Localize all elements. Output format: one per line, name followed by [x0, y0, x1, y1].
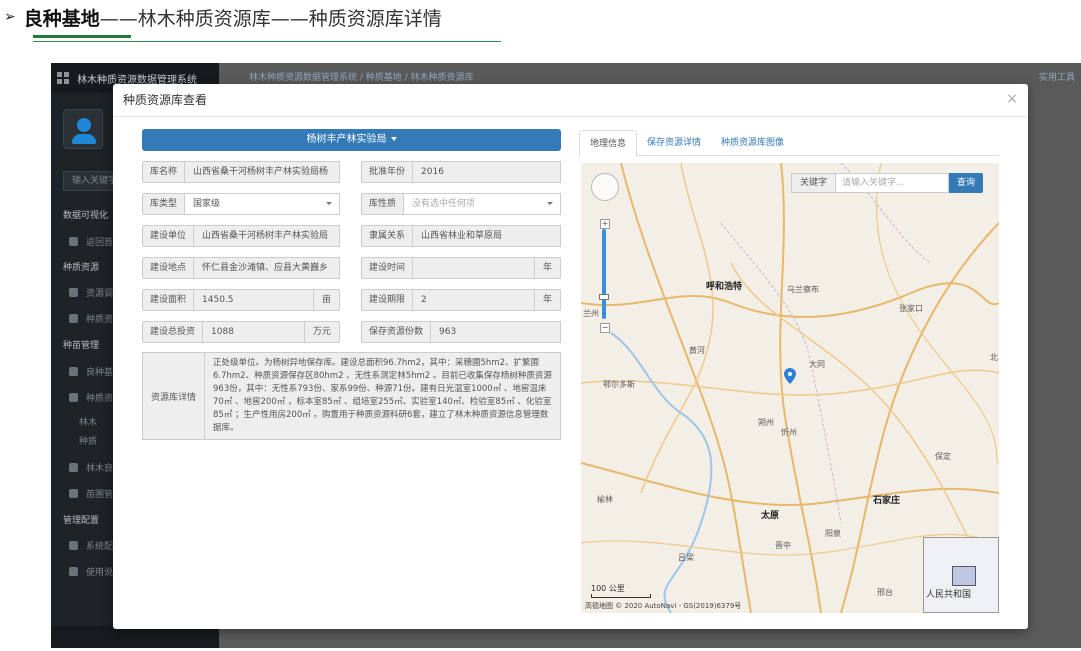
book-icon	[69, 314, 78, 323]
map-copyright: 高德地图 © 2020 AutoNavi - GS(2019)6379号	[585, 602, 742, 610]
tab-geo-info[interactable]: 地理信息	[579, 130, 638, 157]
keyword-input[interactable]: 请输入关键字...	[835, 173, 950, 193]
map-place-label: 吕梁	[678, 553, 694, 562]
field-affiliation: 隶属关系 山西省林业和草原局	[361, 225, 561, 247]
sidebar-item[interactable]: 林木良	[69, 461, 113, 474]
map-scale: 100 公里	[591, 583, 651, 598]
map-place-label: 乌兰察布	[787, 285, 819, 294]
base-select-dropdown[interactable]: 杨树丰产林实验局	[142, 129, 561, 151]
map-overview[interactable]: 人民共和国	[923, 537, 999, 613]
field-build-unit: 建设单位 山西省桑干河杨树丰产林实验局	[142, 225, 340, 247]
field-build-time: 建设时间 年	[361, 257, 561, 279]
map-city-label: 呼和浩特	[706, 282, 743, 292]
map-place-label: 晋中	[775, 541, 791, 550]
slide-title-rest: ——林木种质资源库——种质资源库详情	[99, 7, 442, 30]
modal-header: 种质资源库查看 ×	[113, 84, 1028, 117]
resource-bank-modal: 种质资源库查看 × 杨树丰产林实验局 库名称 山西省桑干河杨树丰产林实验局杨 批…	[113, 84, 1028, 629]
field-build-place: 建设地点 怀仁县金沙滩镇、应县大黄巍乡	[142, 257, 340, 279]
search-button[interactable]: 查询	[949, 173, 984, 193]
sidebar-item[interactable]: 苗圃管	[69, 487, 113, 500]
sidebar-item[interactable]: 使用说	[69, 565, 113, 578]
map-place-label: 邢台	[877, 588, 893, 597]
map-place-label: 阳泉	[825, 529, 841, 538]
modal-title: 种质资源库查看	[123, 93, 208, 107]
sidebar-section: 种质资源	[63, 263, 100, 273]
field-bank-detail: 资源库详情 正处级单位。为杨树异地保存库。建设总面积96.7hm2，其中：采穗圃…	[142, 352, 561, 440]
field-build-term: 建设期限 2 年	[361, 289, 561, 311]
field-resource-count: 保存资源份数 963	[361, 321, 561, 343]
caret-down-icon	[547, 202, 553, 205]
map-place-label: 兰州	[583, 309, 599, 318]
field-bank-name: 库名称 山西省桑干河杨树丰产林实验局杨	[142, 161, 340, 183]
map-city-label: 石家庄	[873, 496, 901, 506]
sidebar-item[interactable]: 返回首	[69, 235, 113, 248]
slide-heading: ➢ 良种基地 ——林木种质资源库——种质资源库详情	[4, 0, 442, 34]
heading-underline-thick	[33, 35, 131, 38]
field-bank-nature: 库性质 没有选中任何项	[361, 193, 561, 215]
map-place-label: 保定	[935, 452, 951, 461]
breadcrumb: 林木种质资源数据管理系统 / 种质基地 / 林木种质资源库	[249, 73, 474, 83]
map-place-label: 北	[990, 353, 998, 362]
map-place-label: 张家口	[899, 304, 923, 313]
tools-menu[interactable]: 实用工具	[1039, 63, 1075, 93]
map-place-label: 大同	[809, 360, 825, 369]
sidebar-item[interactable]: 种质资	[69, 391, 113, 404]
field-approval-year: 批准年份 2016	[361, 161, 561, 183]
field-bank-type: 库类型 国家级	[142, 193, 340, 215]
map-city-label: 太原	[761, 511, 780, 521]
sidebar-section: 管理配置	[63, 516, 100, 526]
slide-title-bold: 良种基地	[23, 7, 100, 30]
sidebar-subitem[interactable]: 林木	[79, 415, 97, 428]
heading-underline-thin	[33, 41, 501, 42]
sidebar-footer	[51, 626, 219, 648]
close-icon[interactable]: ×	[1006, 84, 1018, 114]
map-pan-control-icon[interactable]	[591, 173, 619, 201]
bullet-arrow-icon: ➢	[4, 9, 16, 25]
map-place-label: 榆林	[597, 495, 613, 504]
map-place-label: 朔州	[758, 418, 774, 427]
location-pin-icon[interactable]	[784, 368, 796, 384]
help-icon	[69, 567, 78, 576]
user-icon	[77, 118, 91, 132]
map-view[interactable]: 呼和浩特 太原 石家庄 乌兰察布 张家口 大同 朔州 鄂尔多斯 保定 榆林 晋中…	[581, 163, 999, 613]
map-zoom-slider[interactable]: + −	[599, 219, 610, 333]
tab-resource-details[interactable]: 保存资源详情	[637, 130, 711, 155]
bell-icon	[69, 463, 78, 472]
detail-tabs: 地理信息 保存资源详情 种质资源库图像	[579, 130, 999, 157]
leaf-icon	[69, 393, 78, 402]
map-place-label: 黄河	[689, 346, 705, 355]
caret-down-icon	[326, 202, 332, 205]
sidebar-subitem[interactable]: 种质	[79, 434, 97, 447]
map-place-label: 忻州	[781, 428, 797, 437]
drop-icon	[69, 489, 78, 498]
caret-down-icon	[390, 137, 397, 141]
sidebar-item[interactable]: 种质资	[69, 312, 113, 325]
detail-textarea[interactable]: 正处级单位。为杨树异地保存库。建设总面积96.7hm2，其中：采穗圃5hm2、扩…	[204, 352, 561, 440]
zoom-out-icon[interactable]: −	[600, 323, 610, 333]
list-icon	[69, 288, 78, 297]
tab-bank-images[interactable]: 种质资源库图像	[711, 130, 794, 155]
sidebar-section: 数据可视化	[63, 211, 109, 221]
map-keyword-search: 关键字 请输入关键字... 查询	[791, 173, 984, 193]
sidebar-item[interactable]: 良种基	[69, 365, 113, 378]
sidebar-item[interactable]: 系统配	[69, 539, 113, 552]
field-build-area: 建设面积 1450.5 亩	[142, 289, 340, 311]
pin-icon	[69, 367, 78, 376]
avatar[interactable]	[63, 109, 103, 149]
grid-menu-icon	[57, 72, 69, 84]
zoom-handle[interactable]	[599, 294, 609, 300]
field-total-investment: 建设总投资 1088 万元	[142, 321, 340, 343]
sidebar-item[interactable]: 资源调	[69, 286, 113, 299]
zoom-in-icon[interactable]: +	[600, 219, 610, 229]
gear-icon	[69, 541, 78, 550]
sidebar-section: 种苗管理	[63, 341, 100, 351]
globe-icon	[69, 237, 78, 246]
map-place-label: 鄂尔多斯	[603, 380, 635, 389]
